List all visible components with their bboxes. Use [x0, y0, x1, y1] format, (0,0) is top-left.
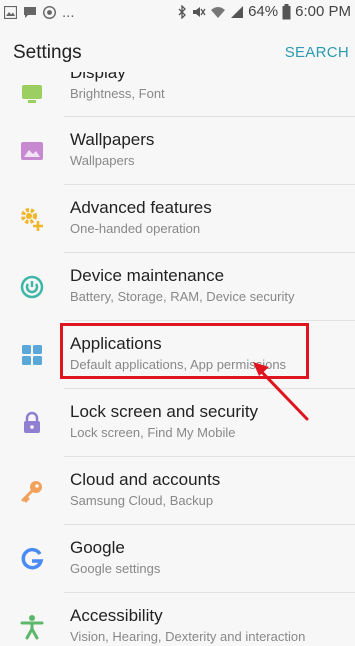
chrome-notification-icon [43, 6, 56, 19]
settings-item-summary: Vision, Hearing, Dexterity and interacti… [70, 629, 306, 644]
bluetooth-icon [178, 4, 187, 19]
accessibility-icon [19, 614, 45, 640]
settings-item-display[interactable]: Display Brightness, Font [0, 72, 355, 117]
clock: 6:00 PM [295, 3, 351, 20]
settings-item-device-maintenance[interactable]: Device maintenance Battery, Storage, RAM… [0, 253, 355, 320]
settings-item-summary: Wallpapers [70, 153, 135, 168]
settings-item-wallpapers[interactable]: Wallpapers Wallpapers [0, 117, 355, 184]
app-header: Settings SEARCH [0, 26, 355, 78]
settings-item-summary: Samsung Cloud, Backup [70, 493, 214, 508]
message-notification-icon [23, 6, 37, 19]
settings-item-google[interactable]: Google Google settings [0, 525, 355, 592]
device-maintenance-icon [19, 274, 45, 300]
settings-item-summary: Lock screen, Find My Mobile [70, 425, 236, 440]
settings-item-label: Device maintenance [70, 266, 225, 285]
battery-icon [282, 3, 291, 20]
display-icon [19, 82, 45, 108]
status-bar: ... 64% 6:00 PM [0, 0, 355, 26]
wifi-icon [210, 5, 226, 19]
settings-item-label: Display [70, 72, 126, 82]
battery-percent: 64% [248, 3, 279, 20]
advanced-features-icon [19, 206, 45, 232]
settings-item-summary: Battery, Storage, RAM, Device security [70, 289, 295, 304]
settings-item-summary: Google settings [70, 561, 161, 576]
settings-item-label: Wallpapers [70, 130, 155, 149]
more-notifications-text: ... [62, 4, 75, 21]
settings-item-label: Advanced features [70, 198, 212, 217]
settings-item-cloud-accounts[interactable]: Cloud and accounts Samsung Cloud, Backup [0, 457, 355, 524]
settings-item-label: Cloud and accounts [70, 470, 221, 489]
settings-item-summary: One-handed operation [70, 221, 201, 236]
gallery-notification-icon [4, 6, 17, 19]
google-icon [19, 546, 45, 572]
signal-icon [230, 5, 244, 19]
applications-icon [19, 342, 45, 368]
wallpaper-icon [19, 138, 45, 164]
page-title: Settings [13, 42, 82, 63]
key-icon [19, 478, 45, 504]
search-button[interactable]: SEARCH [285, 44, 349, 61]
settings-item-summary: Brightness, Font [70, 86, 165, 101]
settings-item-label: Accessibility [70, 606, 163, 625]
settings-item-label: Google [70, 538, 125, 557]
lock-icon [19, 410, 45, 436]
mute-icon [191, 5, 206, 19]
pointer-arrow-icon [253, 362, 309, 421]
settings-item-accessibility[interactable]: Accessibility Vision, Hearing, Dexterity… [0, 593, 355, 646]
settings-item-advanced-features[interactable]: Advanced features One-handed operation [0, 185, 355, 252]
